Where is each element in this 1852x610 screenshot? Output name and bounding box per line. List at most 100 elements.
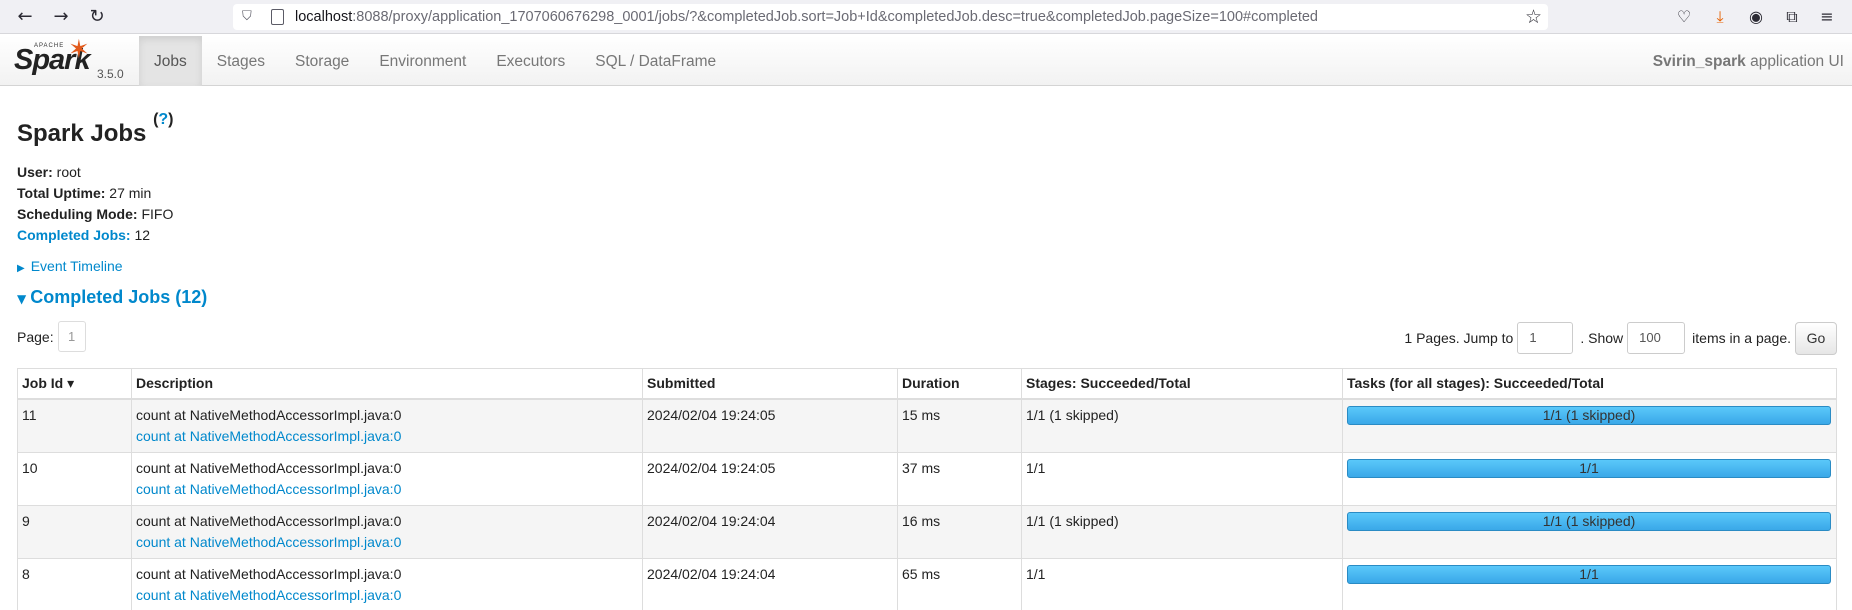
description-cell: count at NativeMethodAccessorImpl.java:0… [131,504,643,559]
pocket-icon[interactable]: ♡ [1673,6,1695,28]
job-link[interactable]: count at NativeMethodAccessorImpl.java:0 [136,426,638,447]
column-header-duration[interactable]: Duration [897,368,1022,400]
description-text: count at NativeMethodAccessorImpl.java:0 [136,512,402,529]
job-summary: User: root Total Uptime: 27 min Scheduli… [17,162,173,246]
account-icon[interactable]: ◉ [1745,6,1767,28]
duration-cell: 37 ms [897,451,1022,506]
page-size-input[interactable]: 100 [1627,322,1686,354]
user-row: User: root [17,162,173,183]
tasks-cell: 1/1 [1342,557,1837,610]
pagination: Page: 1 [17,321,86,352]
duration-cell: 16 ms [897,504,1022,559]
job-id-cell: 9 [17,504,132,559]
back-arrow-icon[interactable]: ← [14,6,36,28]
scheduling-mode-label: Scheduling Mode: [17,206,138,222]
table-row: 9 count at NativeMethodAccessorImpl.java… [17,504,1837,559]
help-link[interactable]: (?) [153,111,173,128]
tasks-progress-bar: 1/1 [1347,458,1831,478]
pages-text: 1 Pages. Jump to [1404,330,1514,346]
description-text: count at NativeMethodAccessorImpl.java:0 [136,459,402,476]
app-name-bold: Svirin_spark [1652,53,1746,70]
tasks-progress-bar: 1/1 (1 skipped) [1347,405,1831,425]
download-icon[interactable]: ⤓ [1709,6,1731,28]
url-text[interactable]: localhost:8088/proxy/application_1707060… [295,9,1318,25]
table-row: 11 count at NativeMethodAccessorImpl.jav… [17,398,1837,453]
page-info-icon[interactable] [271,9,284,25]
tasks-cell: 1/1 (1 skipped) [1342,504,1837,559]
column-header-job-id[interactable]: Job Id ▾ [17,368,132,400]
tab-executors[interactable]: Executors [481,36,580,86]
browser-toolbar: ← → ↻ ⛉ localhost:8088/proxy/application… [0,0,1852,34]
tasks-cell: 1/1 [1342,451,1837,506]
reload-icon[interactable]: ↻ [86,6,108,28]
spark-version: 3.5.0 [97,67,124,81]
table-row: 10 count at NativeMethodAccessorImpl.jav… [17,451,1837,506]
application-name: Svirin_spark application UI [1653,53,1844,71]
completed-jobs-link[interactable]: Completed Jobs: [17,227,131,243]
scheduling-mode-value: FIFO [137,206,174,222]
page-title-text: Spark Jobs [17,120,147,147]
extensions-icon[interactable]: ⧉ [1781,6,1803,28]
job-id-cell: 8 [17,557,132,610]
tasks-cell: 1/1 (1 skipped) [1342,398,1837,453]
tab-sql-dataframe[interactable]: SQL / DataFrame [580,36,731,86]
page-number-button[interactable]: 1 [57,321,86,352]
tab-storage[interactable]: Storage [280,36,364,86]
user-label: User: [17,164,53,180]
scheduling-mode-row: Scheduling Mode: FIFO [17,204,173,225]
tasks-progress-bar: 1/1 (1 skipped) [1347,511,1831,531]
job-id-cell: 10 [17,451,132,506]
completed-jobs-count: 12 [130,227,151,243]
column-header-description[interactable]: Description [131,368,643,400]
page-label: Page: [17,328,54,345]
tab-environment[interactable]: Environment [364,36,481,86]
stages-cell: 1/1 [1021,451,1343,506]
description-cell: count at NativeMethodAccessorImpl.java:0… [131,398,643,453]
column-header-tasks[interactable]: Tasks (for all stages): Succeeded/Total [1342,368,1837,400]
submitted-cell: 2024/02/04 19:24:05 [642,398,898,453]
completed-jobs-table: Job Id ▾ Description Submitted Duration … [17,368,1837,610]
completed-jobs-title: Completed Jobs (12) [30,287,208,307]
menu-icon[interactable]: ≡ [1816,6,1838,28]
stages-cell: 1/1 (1 skipped) [1021,504,1343,559]
completed-jobs-header[interactable]: ▼ Completed Jobs (12) [17,287,207,308]
forward-arrow-icon[interactable]: → [50,6,72,28]
pagination-controls: 1 Pages. Jump to 1 . Show 100 items in a… [1404,321,1837,355]
duration-cell: 15 ms [897,398,1022,453]
bookmark-star-icon[interactable]: ☆ [1525,6,1542,28]
description-text: count at NativeMethodAccessorImpl.java:0 [136,406,402,423]
event-timeline-toggle[interactable]: ▶ Event Timeline [17,258,123,274]
job-link[interactable]: count at NativeMethodAccessorImpl.java:0 [136,479,638,500]
job-id-cell: 11 [17,398,132,453]
duration-cell: 65 ms [897,557,1022,610]
job-link[interactable]: count at NativeMethodAccessorImpl.java:0 [136,532,638,553]
show-text: . Show [1580,330,1624,346]
spark-logo[interactable]: APACHE Spark ✶ 3.5.0 [14,35,124,84]
uptime-label: Total Uptime: [17,185,106,201]
caret-down-icon: ▼ [17,292,27,306]
page-title: Spark Jobs (?) [17,111,174,148]
uptime-row: Total Uptime: 27 min [17,183,173,204]
column-header-stages[interactable]: Stages: Succeeded/Total [1021,368,1343,400]
job-link[interactable]: count at NativeMethodAccessorImpl.java:0 [136,585,638,606]
items-text: items in a page. [1692,330,1791,346]
stages-cell: 1/1 (1 skipped) [1021,398,1343,453]
tab-stages[interactable]: Stages [202,36,280,86]
submitted-cell: 2024/02/04 19:24:05 [642,451,898,506]
caret-right-icon: ▶ [17,263,25,274]
description-text: count at NativeMethodAccessorImpl.java:0 [136,565,402,582]
help-icon[interactable]: ? [158,111,168,128]
go-button[interactable]: Go [1795,321,1837,355]
stages-cell: 1/1 [1021,557,1343,610]
uptime-value: 27 min [105,185,152,201]
column-header-submitted[interactable]: Submitted [642,368,898,400]
address-bar[interactable]: ⛉ localhost:8088/proxy/application_17070… [233,4,1548,30]
submitted-cell: 2024/02/04 19:24:04 [642,557,898,610]
submitted-cell: 2024/02/04 19:24:04 [642,504,898,559]
tab-jobs[interactable]: Jobs [139,36,202,86]
jump-to-page-input[interactable]: 1 [1517,322,1574,354]
table-row: 8 count at NativeMethodAccessorImpl.java… [17,557,1837,610]
spark-navbar: APACHE Spark ✶ 3.5.0 Jobs Stages Storage… [0,35,1852,86]
shield-icon[interactable]: ⛉ [242,9,256,25]
event-timeline-label: Event Timeline [30,258,123,274]
